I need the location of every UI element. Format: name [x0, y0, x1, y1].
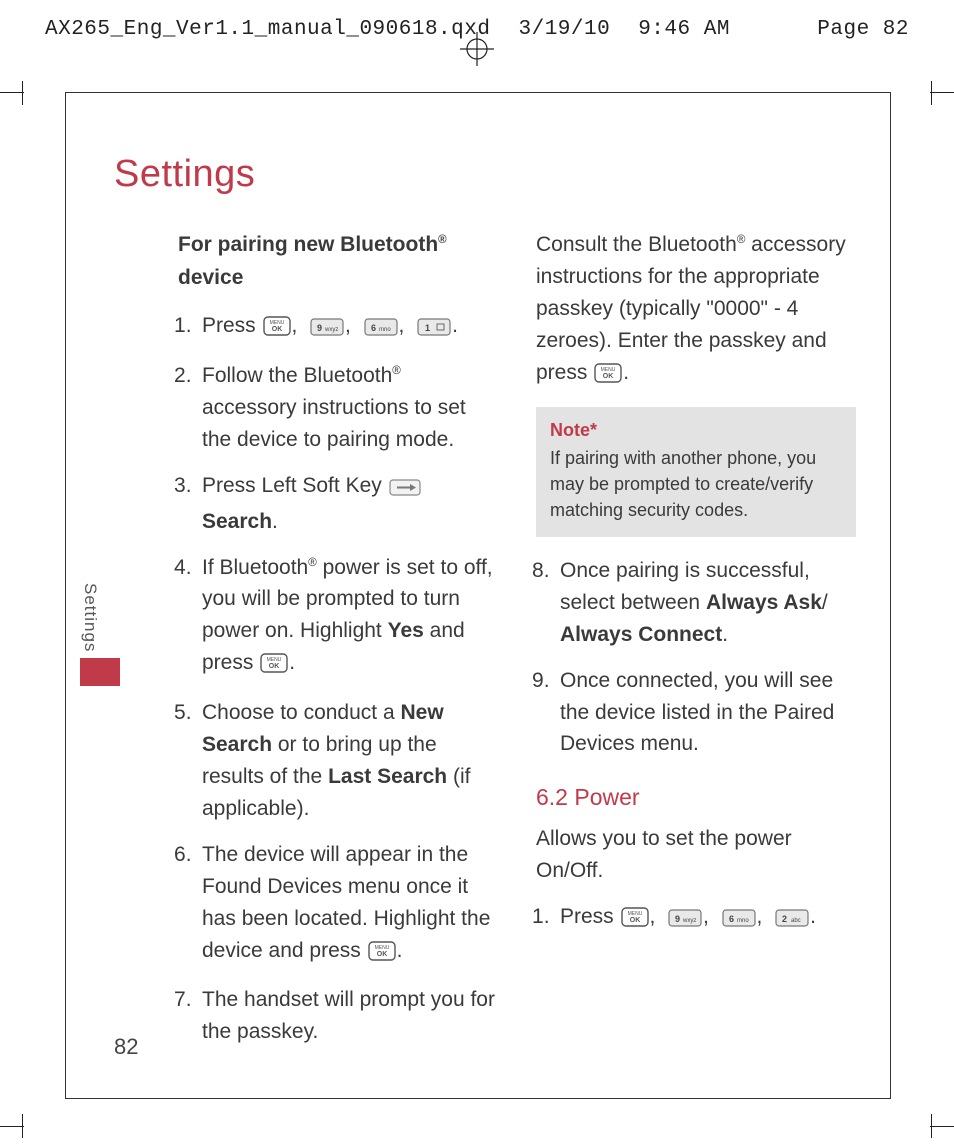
- svg-text:mno: mno: [737, 918, 749, 924]
- text: /: [822, 591, 828, 614]
- menu-ok-key-icon: [368, 939, 396, 971]
- svg-text:9: 9: [675, 914, 680, 924]
- text: If Bluetooth: [202, 556, 308, 579]
- list-item: Once pairing is successful, select betwe…: [536, 555, 856, 651]
- key-1-icon: 1: [417, 314, 451, 346]
- registered-icon: ®: [308, 557, 317, 569]
- text: Press Left Soft Key: [202, 474, 388, 497]
- crop-mark-icon: [0, 92, 24, 117]
- text: Search: [202, 510, 272, 533]
- text: Always Connect: [560, 623, 722, 646]
- text: accessory instructions to set the device…: [202, 396, 466, 451]
- left-soft-key-icon: [389, 474, 421, 506]
- svg-text:1: 1: [425, 323, 430, 333]
- passkey-paragraph: Consult the Bluetooth® accessory instruc…: [536, 229, 856, 393]
- key-9-icon: 9wxyz: [668, 905, 702, 937]
- svg-text:6: 6: [371, 323, 376, 333]
- list-item: Press , 9wxyz, 6mno, 1.: [178, 310, 498, 346]
- slug-time: 9:46 AM: [638, 18, 730, 41]
- list-item: The device will appear in the Found Devi…: [178, 839, 498, 971]
- menu-ok-key-icon: [260, 651, 288, 683]
- svg-text:2: 2: [782, 914, 787, 924]
- side-tab-bar-icon: [80, 658, 120, 686]
- menu-ok-key-icon: [263, 314, 291, 346]
- text: Follow the Bluetooth: [202, 364, 392, 387]
- side-tab-label: Settings: [80, 583, 100, 652]
- note-body: If pairing with another phone, you may b…: [550, 445, 842, 523]
- text: Last Search: [328, 765, 447, 788]
- svg-text:abc: abc: [791, 918, 801, 924]
- text: The device will appear in the Found Devi…: [202, 843, 490, 962]
- slug-date: 3/19/10: [518, 18, 610, 41]
- crop-mark-icon: [0, 1102, 24, 1127]
- list-item: Choose to conduct a New Search or to bri…: [178, 697, 498, 825]
- registration-mark-icon: [460, 32, 494, 66]
- text: Always Ask: [706, 591, 822, 614]
- key-9-icon: 9wxyz: [310, 314, 344, 346]
- page-frame: Settings Settings For pairing new Blueto…: [65, 92, 891, 1099]
- svg-text:9: 9: [317, 323, 322, 333]
- menu-ok-key-icon: [594, 361, 622, 393]
- registered-icon: ®: [392, 365, 401, 377]
- svg-text:wxyz: wxyz: [324, 327, 338, 333]
- text: Press: [202, 314, 262, 337]
- text: For pairing new Bluetooth: [178, 233, 438, 256]
- text: .: [272, 510, 278, 533]
- svg-text:mno: mno: [379, 327, 391, 333]
- text: .: [722, 623, 728, 646]
- key-6-icon: 6mno: [722, 905, 756, 937]
- column-right: Consult the Bluetooth® accessory instruc…: [536, 229, 856, 1062]
- list-item: Once connected, you will see the device …: [536, 665, 856, 761]
- slug-page: Page 82: [817, 18, 909, 41]
- text: The handset will prompt you for the pass…: [202, 988, 495, 1043]
- slug-file: AX265_Eng_Ver1.1_manual_090618.qxd: [45, 18, 490, 41]
- pairing-step-list-cont: Once pairing is successful, select betwe…: [536, 555, 856, 760]
- section-heading: 6.2 Power: [536, 780, 856, 815]
- text: Consult the Bluetooth: [536, 233, 737, 256]
- key-6-icon: 6mno: [364, 314, 398, 346]
- text: Once connected, you will see the device …: [560, 669, 834, 756]
- crop-mark-icon: [930, 92, 954, 117]
- pairing-heading: For pairing new Bluetooth® device: [178, 229, 498, 294]
- svg-text:wxyz: wxyz: [682, 918, 696, 924]
- menu-ok-key-icon: [621, 905, 649, 937]
- list-item: Press , 9wxyz, 6mno, 2abc.: [536, 901, 856, 937]
- list-item: Follow the Bluetooth® accessory instruct…: [178, 360, 498, 456]
- crop-mark-icon: [930, 1102, 954, 1127]
- side-tab: Settings: [80, 583, 124, 686]
- page-title: Settings: [114, 153, 255, 196]
- registered-icon: ®: [438, 234, 447, 246]
- key-2-icon: 2 abc: [775, 905, 809, 937]
- page-number: 82: [114, 1034, 138, 1060]
- list-item: The handset will prompt you for the pass…: [178, 984, 498, 1048]
- svg-text:6: 6: [729, 914, 734, 924]
- note-box: Note* If pairing with another phone, you…: [536, 407, 856, 537]
- section-intro: Allows you to set the power On/Off.: [536, 823, 856, 887]
- power-step-list: Press , 9wxyz, 6mno, 2abc.: [536, 901, 856, 937]
- text: Yes: [388, 619, 424, 642]
- text: Choose to conduct a: [202, 701, 400, 724]
- note-title: Note*: [550, 417, 842, 443]
- pairing-step-list: Press , 9wxyz, 6mno, 1. Follow the Bluet…: [178, 310, 498, 1048]
- text: Press: [560, 905, 620, 928]
- column-left: For pairing new Bluetooth® device Press …: [178, 229, 498, 1062]
- text: device: [178, 266, 243, 289]
- list-item: Press Left Soft Key Search.: [178, 470, 498, 538]
- list-item: If Bluetooth® power is set to off, you w…: [178, 552, 498, 684]
